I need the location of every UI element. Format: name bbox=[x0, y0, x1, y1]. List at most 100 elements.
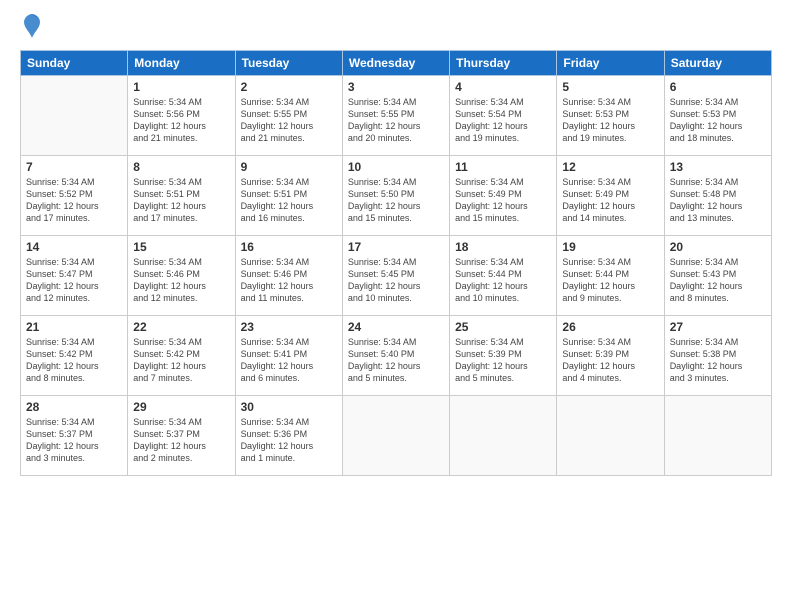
calendar-cell: 24Sunrise: 5:34 AM Sunset: 5:40 PM Dayli… bbox=[342, 316, 449, 396]
day-number: 5 bbox=[562, 80, 658, 94]
calendar-table: SundayMondayTuesdayWednesdayThursdayFrid… bbox=[20, 50, 772, 476]
day-number: 18 bbox=[455, 240, 551, 254]
calendar-week-row: 1 Sunrise: 5:34 AM Sunset: 5:56 PM Daylig… bbox=[21, 76, 772, 156]
cell-info: Sunrise: 5:34 AM Sunset: 5:42 PM Dayligh… bbox=[26, 336, 122, 385]
calendar-cell: 1 Sunrise: 5:34 AM Sunset: 5:56 PM Daylig… bbox=[128, 76, 235, 156]
calendar-week-row: 21 Sunrise: 5:34 AM Sunset: 5:42 PM Dayli… bbox=[21, 316, 772, 396]
calendar-cell: 3 Sunrise: 5:34 AM Sunset: 5:55 PM Daylig… bbox=[342, 76, 449, 156]
day-number: 25 bbox=[455, 320, 551, 334]
cell-info: Sunrise: 5:34 AM Sunset: 5:55 PM Dayligh… bbox=[241, 96, 337, 145]
cell-info: Sunrise: 5:34 AM Sunset: 5:50 PM Dayligh… bbox=[348, 176, 444, 225]
day-number: 16 bbox=[241, 240, 337, 254]
day-number: 7 bbox=[26, 160, 122, 174]
calendar-header-row: SundayMondayTuesdayWednesdayThursdayFrid… bbox=[21, 51, 772, 76]
day-number: 9 bbox=[241, 160, 337, 174]
cell-info: Sunrise: 5:34 AM Sunset: 5:37 PM Dayligh… bbox=[26, 416, 122, 465]
day-number: 27 bbox=[670, 320, 766, 334]
cell-info: Sunrise: 5:34 AM Sunset: 5:47 PM Dayligh… bbox=[26, 256, 122, 305]
col-header-monday: Monday bbox=[128, 51, 235, 76]
day-number: 8 bbox=[133, 160, 229, 174]
calendar-cell: 20 Sunrise: 5:34 AM Sunset: 5:43 PM Dayli… bbox=[664, 236, 771, 316]
calendar-cell: 4 Sunrise: 5:34 AM Sunset: 5:54 PM Daylig… bbox=[450, 76, 557, 156]
day-number: 10 bbox=[348, 160, 444, 174]
logo bbox=[20, 16, 42, 40]
cell-info: Sunrise: 5:34 AM Sunset: 5:53 PM Dayligh… bbox=[562, 96, 658, 145]
calendar-cell: 11 Sunrise: 5:34 AM Sunset: 5:49 PM Dayli… bbox=[450, 156, 557, 236]
day-number: 4 bbox=[455, 80, 551, 94]
cell-info: Sunrise: 5:34 AM Sunset: 5:55 PM Dayligh… bbox=[348, 96, 444, 145]
cell-info: Sunrise: 5:34 AM Sunset: 5:48 PM Dayligh… bbox=[670, 176, 766, 225]
cell-info: Sunrise: 5:34 AM Sunset: 5:37 PM Dayligh… bbox=[133, 416, 229, 465]
cell-info: Sunrise: 5:34 AM Sunset: 5:51 PM Dayligh… bbox=[133, 176, 229, 225]
day-number: 28 bbox=[26, 400, 122, 414]
day-number: 14 bbox=[26, 240, 122, 254]
col-header-sunday: Sunday bbox=[21, 51, 128, 76]
day-number: 19 bbox=[562, 240, 658, 254]
cell-info: Sunrise: 5:34 AM Sunset: 5:44 PM Dayligh… bbox=[562, 256, 658, 305]
calendar-cell: 28 Sunrise: 5:34 AM Sunset: 5:37 PM Dayli… bbox=[21, 396, 128, 476]
day-number: 11 bbox=[455, 160, 551, 174]
cell-info: Sunrise: 5:34 AM Sunset: 5:54 PM Dayligh… bbox=[455, 96, 551, 145]
cell-info: Sunrise: 5:34 AM Sunset: 5:36 PM Dayligh… bbox=[241, 416, 337, 465]
day-number: 13 bbox=[670, 160, 766, 174]
day-number: 24 bbox=[348, 320, 444, 334]
calendar-cell: 25 Sunrise: 5:34 AM Sunset: 5:39 PM Dayli… bbox=[450, 316, 557, 396]
cell-info: Sunrise: 5:34 AM Sunset: 5:51 PM Dayligh… bbox=[241, 176, 337, 225]
day-number: 3 bbox=[348, 80, 444, 94]
col-header-friday: Friday bbox=[557, 51, 664, 76]
calendar-cell bbox=[557, 396, 664, 476]
day-number: 15 bbox=[133, 240, 229, 254]
calendar-cell: 15 Sunrise: 5:34 AM Sunset: 5:46 PM Dayli… bbox=[128, 236, 235, 316]
logo-text bbox=[20, 16, 42, 40]
day-number: 30 bbox=[241, 400, 337, 414]
day-number: 1 bbox=[133, 80, 229, 94]
cell-info: Sunrise: 5:34 AM Sunset: 5:46 PM Dayligh… bbox=[133, 256, 229, 305]
calendar-cell bbox=[21, 76, 128, 156]
col-header-wednesday: Wednesday bbox=[342, 51, 449, 76]
day-number: 2 bbox=[241, 80, 337, 94]
calendar-cell: 23 Sunrise: 5:34 AM Sunset: 5:41 PM Dayli… bbox=[235, 316, 342, 396]
calendar-cell: 19 Sunrise: 5:34 AM Sunset: 5:44 PM Dayli… bbox=[557, 236, 664, 316]
calendar-cell: 17 Sunrise: 5:34 AM Sunset: 5:45 PM Dayli… bbox=[342, 236, 449, 316]
calendar-week-row: 7 Sunrise: 5:34 AM Sunset: 5:52 PM Daylig… bbox=[21, 156, 772, 236]
cell-info: Sunrise: 5:34 AM Sunset: 5:44 PM Dayligh… bbox=[455, 256, 551, 305]
cell-info: Sunrise: 5:34 AM Sunset: 5:39 PM Dayligh… bbox=[562, 336, 658, 385]
day-number: 26 bbox=[562, 320, 658, 334]
cell-info: Sunrise: 5:34 AM Sunset: 5:46 PM Dayligh… bbox=[241, 256, 337, 305]
day-number: 17 bbox=[348, 240, 444, 254]
cell-info: Sunrise: 5:34 AM Sunset: 5:52 PM Dayligh… bbox=[26, 176, 122, 225]
calendar-week-row: 14 Sunrise: 5:34 AM Sunset: 5:47 PM Dayli… bbox=[21, 236, 772, 316]
cell-info: Sunrise: 5:34 AM Sunset: 5:53 PM Dayligh… bbox=[670, 96, 766, 145]
calendar-cell: 14 Sunrise: 5:34 AM Sunset: 5:47 PM Dayli… bbox=[21, 236, 128, 316]
logo-bird-icon bbox=[22, 12, 42, 40]
col-header-saturday: Saturday bbox=[664, 51, 771, 76]
cell-info: Sunrise: 5:34 AM Sunset: 5:56 PM Dayligh… bbox=[133, 96, 229, 145]
calendar-cell: 6 Sunrise: 5:34 AM Sunset: 5:53 PM Daylig… bbox=[664, 76, 771, 156]
day-number: 23 bbox=[241, 320, 337, 334]
calendar-cell: 16 Sunrise: 5:34 AM Sunset: 5:46 PM Dayli… bbox=[235, 236, 342, 316]
day-number: 20 bbox=[670, 240, 766, 254]
calendar-cell bbox=[342, 396, 449, 476]
calendar-cell: 8 Sunrise: 5:34 AM Sunset: 5:51 PM Daylig… bbox=[128, 156, 235, 236]
page: SundayMondayTuesdayWednesdayThursdayFrid… bbox=[0, 0, 792, 612]
cell-info: Sunrise: 5:34 AM Sunset: 5:45 PM Dayligh… bbox=[348, 256, 444, 305]
cell-info: Sunrise: 5:34 AM Sunset: 5:39 PM Dayligh… bbox=[455, 336, 551, 385]
calendar-cell: 2 Sunrise: 5:34 AM Sunset: 5:55 PM Daylig… bbox=[235, 76, 342, 156]
calendar-cell: 7 Sunrise: 5:34 AM Sunset: 5:52 PM Daylig… bbox=[21, 156, 128, 236]
calendar-cell: 30 Sunrise: 5:34 AM Sunset: 5:36 PM Dayli… bbox=[235, 396, 342, 476]
cell-info: Sunrise: 5:34 AM Sunset: 5:49 PM Dayligh… bbox=[455, 176, 551, 225]
day-number: 21 bbox=[26, 320, 122, 334]
calendar-cell: 29 Sunrise: 5:34 AM Sunset: 5:37 PM Dayli… bbox=[128, 396, 235, 476]
col-header-thursday: Thursday bbox=[450, 51, 557, 76]
calendar-cell: 21 Sunrise: 5:34 AM Sunset: 5:42 PM Dayli… bbox=[21, 316, 128, 396]
day-number: 12 bbox=[562, 160, 658, 174]
day-number: 6 bbox=[670, 80, 766, 94]
calendar-cell: 12Sunrise: 5:34 AM Sunset: 5:49 PM Dayli… bbox=[557, 156, 664, 236]
day-number: 22 bbox=[133, 320, 229, 334]
calendar-cell: 26 Sunrise: 5:34 AM Sunset: 5:39 PM Dayli… bbox=[557, 316, 664, 396]
cell-info: Sunrise: 5:34 AM Sunset: 5:41 PM Dayligh… bbox=[241, 336, 337, 385]
cell-info: Sunrise: 5:34 AM Sunset: 5:43 PM Dayligh… bbox=[670, 256, 766, 305]
day-number: 29 bbox=[133, 400, 229, 414]
calendar-cell: 13 Sunrise: 5:34 AM Sunset: 5:48 PM Dayli… bbox=[664, 156, 771, 236]
calendar-week-row: 28 Sunrise: 5:34 AM Sunset: 5:37 PM Dayli… bbox=[21, 396, 772, 476]
